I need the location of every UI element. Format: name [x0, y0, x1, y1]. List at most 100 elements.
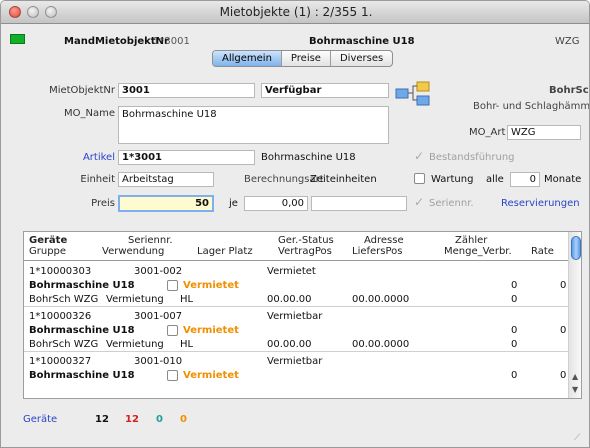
minimize-window-button[interactable]: [27, 6, 39, 18]
row-serial: 3001-007: [134, 311, 183, 322]
preis-label: Preis: [91, 198, 115, 209]
wartung-monate-label: Monate: [544, 174, 582, 185]
mietobjektnr-field[interactable]: 3001: [118, 83, 255, 98]
list-scrollbar[interactable]: ▲ ▼: [568, 232, 581, 398]
je-label: je: [229, 198, 238, 209]
reservierungen-link[interactable]: Reservierungen: [501, 198, 580, 209]
tab-preise[interactable]: Preise: [282, 51, 331, 66]
header-code: WZG: [555, 36, 580, 47]
tab-allgemein[interactable]: Allgemein: [213, 51, 282, 66]
header-object-name: Bohrmaschine U18: [309, 36, 415, 47]
zoom-window-button[interactable]: [45, 6, 57, 18]
preis-field[interactable]: 50: [118, 195, 214, 212]
resize-grip-icon[interactable]: ⟋: [574, 433, 580, 443]
col-header-geraete[interactable]: Geräte: [29, 235, 67, 246]
wartung-checkbox[interactable]: [414, 173, 425, 184]
count-total: 12: [95, 414, 109, 425]
tab-diverses[interactable]: Diverses: [331, 51, 392, 66]
row-verwendung: Vermietung: [106, 294, 164, 305]
row-status: Vermietbar: [267, 311, 323, 322]
einheit-label: Einheit: [80, 174, 115, 185]
artikel-link[interactable]: Artikel: [31, 152, 115, 163]
bestand-label: Bestandsführung: [429, 152, 515, 163]
row-verwendung: Vermietung: [106, 339, 164, 350]
row-vertrag: 00.00.00: [267, 339, 312, 350]
scrollbar-thumb[interactable]: [571, 236, 581, 260]
geraete-list[interactable]: Geräte Gruppe Seriennr. Verwendung Lager…: [23, 231, 582, 399]
col-header-rate[interactable]: Rate: [531, 246, 554, 257]
table-row[interactable]: 1*10000303 3001-002 Vermietet Bohrmaschi…: [24, 263, 568, 307]
row-serial: 3001-002: [134, 266, 183, 277]
mo-name-field[interactable]: Bohrmaschine U18: [118, 106, 389, 144]
close-window-button[interactable]: [9, 6, 21, 18]
row-menge: 0: [511, 339, 518, 350]
col-header-verwendung[interactable]: Verwendung: [102, 246, 164, 257]
scroll-down-icon[interactable]: ▼: [572, 385, 578, 394]
seriennr-checkmark-icon[interactable]: ✓: [414, 196, 424, 208]
col-header-gruppe[interactable]: Gruppe: [29, 246, 66, 257]
col-header-lager-platz[interactable]: Lager Platz: [197, 246, 253, 257]
row-device-nr: 1*10000303: [29, 266, 92, 277]
row-checkbox[interactable]: [167, 370, 178, 381]
row-name: Bohrmaschine U18: [29, 280, 135, 291]
row-liefer: 00.00.0000: [352, 294, 410, 305]
status-field[interactable]: Verfügbar: [261, 83, 389, 98]
je-unit-field[interactable]: [311, 196, 407, 211]
row-device-nr: 1*10000327: [29, 356, 92, 367]
seriennr-label: Seriennr.: [429, 198, 474, 209]
table-row[interactable]: 1*10000326 3001-007 Vermietbar Bohrmasch…: [24, 308, 568, 352]
col-header-seriennr[interactable]: Seriennr.: [128, 235, 173, 246]
tab-bar: Allgemein Preise Diverses: [212, 50, 394, 67]
title-bar: Mietobjekte (1) : 2/355 1.: [1, 1, 589, 24]
wartung-label: Wartung: [431, 174, 474, 185]
row-name: Bohrmaschine U18: [29, 325, 135, 336]
row-rate: 0: [560, 325, 567, 336]
row-lager: HL: [180, 339, 194, 350]
wartung-interval-field[interactable]: 0: [510, 172, 540, 187]
scroll-up-icon[interactable]: ▲: [572, 372, 578, 381]
row-device-nr: 1*10000326: [29, 311, 92, 322]
row-zaehler: 0: [511, 370, 518, 381]
row-state-label: Vermietet: [183, 280, 239, 291]
einheit-field[interactable]: Arbeitstag: [118, 172, 214, 187]
je-field[interactable]: 0,00: [244, 196, 308, 211]
col-header-menge-verbr[interactable]: Menge_Verbr.: [444, 246, 512, 257]
wartung-alle-label: alle: [486, 174, 504, 185]
row-state-label: Vermietet: [183, 325, 239, 336]
main-window: Mietobjekte (1) : 2/355 1. MandMietobjek…: [0, 0, 590, 448]
mo-name-label: MO_Name: [63, 108, 115, 119]
artikel-description: Bohrmaschine U18: [261, 152, 356, 163]
row-state-label: Vermietet: [183, 370, 239, 381]
row-liefer: 00.00.0000: [352, 339, 410, 350]
col-header-adresse[interactable]: Adresse: [364, 235, 404, 246]
count-red: 12: [125, 414, 139, 425]
row-rate: 0: [560, 370, 567, 381]
row-status: Vermietet: [267, 266, 316, 277]
row-checkbox[interactable]: [167, 325, 178, 336]
row-lager: HL: [180, 294, 194, 305]
col-header-lieferspos[interactable]: LiefersPos: [352, 246, 403, 257]
mo-art-label: MO_Art: [469, 127, 506, 138]
col-header-zaehler[interactable]: Zähler: [455, 235, 487, 246]
header-number: 1*3001: [153, 36, 190, 47]
row-checkbox[interactable]: [167, 280, 178, 291]
row-vertrag: 00.00.00: [267, 294, 312, 305]
artikel-field[interactable]: 1*3001: [118, 150, 255, 165]
col-header-vertragpos[interactable]: VertragPos: [278, 246, 332, 257]
row-menge: 0: [511, 294, 518, 305]
bestand-checkmark-icon[interactable]: ✓: [414, 150, 424, 162]
objekt-art-icon[interactable]: [395, 79, 431, 107]
mietobjektnr-label: MietObjektNr: [49, 85, 115, 96]
row-gruppe: BohrSch WZG: [29, 294, 99, 305]
status-flag-icon: [10, 34, 25, 44]
mo-art-field[interactable]: WZG: [507, 125, 581, 140]
table-row[interactable]: 1*10000327 3001-010 Vermietbar Bohrmasch…: [24, 353, 568, 397]
window-title: Mietobjekte (1) : 2/355 1.: [219, 5, 373, 19]
geraete-footer-link[interactable]: Geräte: [23, 414, 57, 425]
row-gruppe: BohrSch WZG: [29, 339, 99, 350]
row-serial: 3001-010: [134, 356, 183, 367]
col-header-ger-status[interactable]: Ger.-Status: [278, 235, 334, 246]
row-zaehler: 0: [511, 325, 518, 336]
berechnungsart-value: Zeiteinheiten: [310, 174, 377, 185]
art-code: BohrSch: [549, 85, 589, 96]
